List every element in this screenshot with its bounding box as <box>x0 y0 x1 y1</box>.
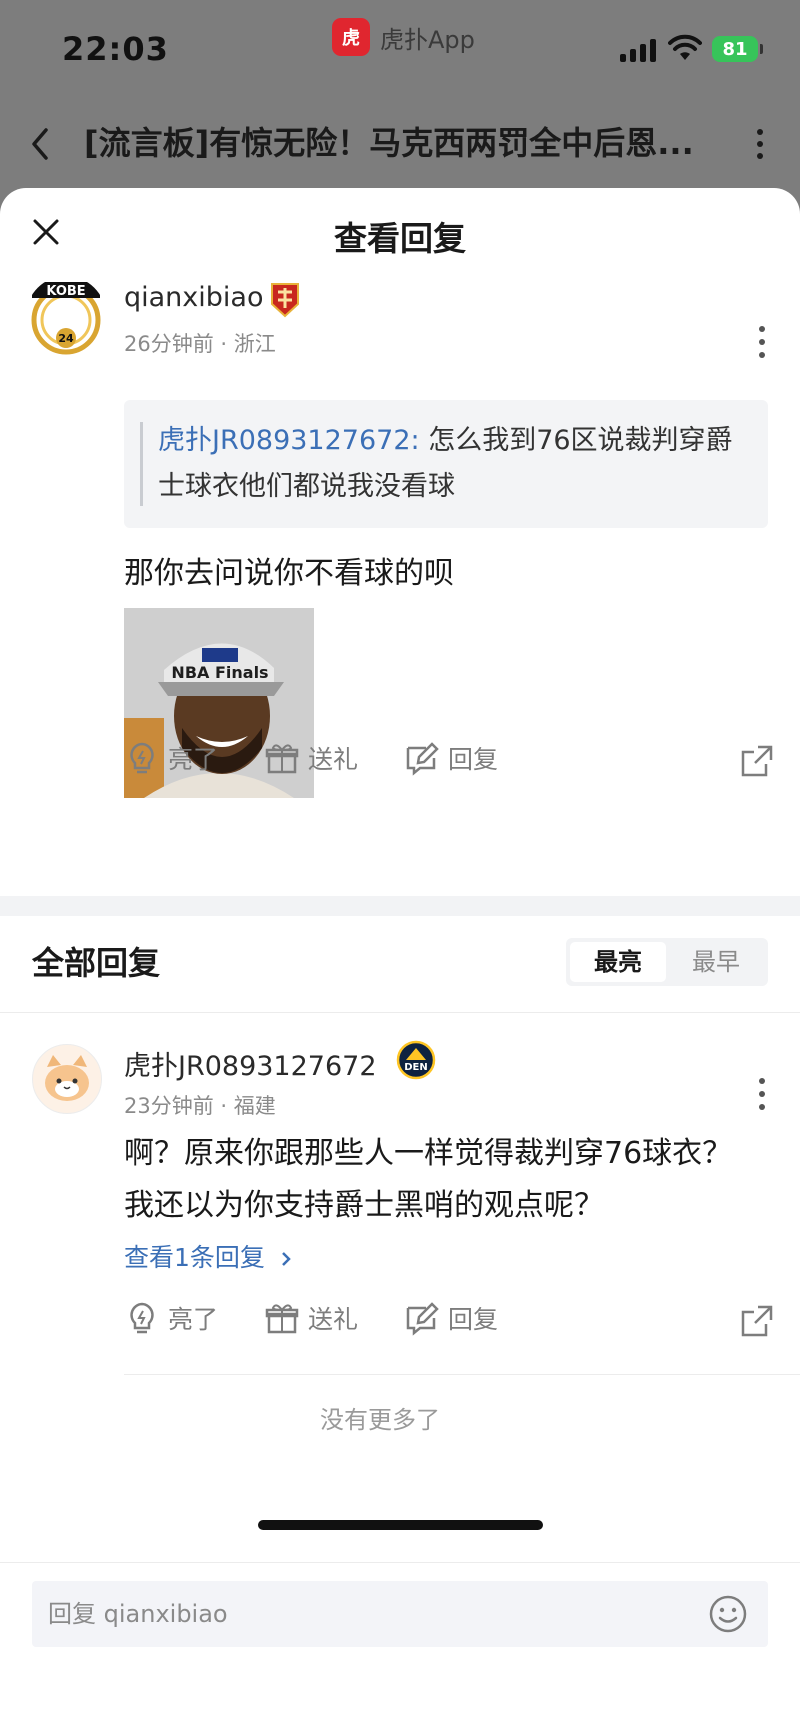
team-badge-icon: DEN <box>396 1040 436 1080</box>
gift-label: 送礼 <box>308 745 359 774</box>
clock: 22:03 <box>62 30 169 68</box>
reply-edit-icon <box>406 742 439 776</box>
quote-bar <box>140 422 143 506</box>
battery-level: 81 <box>722 38 748 60</box>
more-options-icon[interactable] <box>754 1076 770 1112</box>
reply-meta: 23分钟前 · 福建 <box>124 1090 276 1120</box>
home-indicator[interactable] <box>258 1520 543 1530</box>
reply-button[interactable]: 回复 <box>404 1300 498 1336</box>
post-time: 26分钟前 <box>124 332 214 356</box>
divider <box>0 1012 800 1013</box>
sort-toggle: 最亮 最早 <box>566 938 768 986</box>
gift-icon <box>265 744 299 774</box>
reply-label: 回复 <box>448 1305 499 1334</box>
reply-location: 福建 <box>233 1094 276 1118</box>
share-icon[interactable] <box>740 1304 774 1338</box>
kobe-avatar-icon: KOBE 24 <box>31 282 101 355</box>
article-topbar: [流言板]有惊无险！马克西两罚全中后恩... <box>0 100 800 188</box>
emoji-icon[interactable] <box>708 1594 748 1634</box>
post-location: 浙江 <box>233 332 276 356</box>
light-label: 亮了 <box>168 745 219 774</box>
view-replies-label: 查看1条回复 <box>124 1243 265 1272</box>
gift-button[interactable]: 送礼 <box>264 1300 358 1336</box>
battery-icon: 81 <box>712 36 763 62</box>
gift-label: 送礼 <box>308 1305 359 1334</box>
sheet-header: 查看回复 <box>0 188 800 276</box>
meta-separator: · <box>213 1094 234 1118</box>
app-name: 虎扑App <box>380 25 475 54</box>
cap-text: NBA Finals <box>171 663 268 682</box>
wifi-icon <box>668 34 702 60</box>
avatar-number: 24 <box>58 332 74 345</box>
sheet-title: 查看回复 <box>334 219 466 258</box>
no-more-label: 没有更多了 <box>320 1406 440 1434</box>
badge-text: DEN <box>404 1062 428 1073</box>
sort-earliest-tab[interactable]: 最早 <box>668 942 764 982</box>
post-meta: 26分钟前 · 浙江 <box>124 328 276 358</box>
team-badge-icon <box>271 283 299 318</box>
status-bar: 22:03 虎 虎扑App 81 <box>0 0 800 100</box>
more-options-icon[interactable] <box>750 126 770 162</box>
quoted-comment[interactable]: 虎扑JR0893127672: 怎么我到76区说裁判穿爵士球衣他们都说我没看球 <box>124 400 768 528</box>
post-text: 那你去问说你不看球的呗 <box>124 556 454 591</box>
meta-separator: · <box>213 332 234 356</box>
lightbulb-icon <box>130 1302 154 1334</box>
reply-edit-icon <box>406 1302 439 1336</box>
svg-text:虎: 虎 <box>342 27 360 49</box>
app-indicator[interactable]: 虎 虎扑App <box>332 18 475 56</box>
reply-composer <box>0 1562 800 1732</box>
sort-brightest-tab[interactable]: 最亮 <box>570 942 666 982</box>
back-arrow-icon[interactable] <box>26 124 56 164</box>
section-divider <box>0 896 800 916</box>
username[interactable]: qianxibiao <box>124 282 263 313</box>
cat-avatar-icon <box>45 1055 89 1101</box>
post-action-bar: 亮了 送礼 回复 <box>124 740 774 790</box>
more-options-icon[interactable] <box>754 324 770 360</box>
reply-username[interactable]: 虎扑JR0893127672 <box>124 1044 377 1083</box>
avatar[interactable] <box>32 1044 102 1114</box>
hupu-app-icon: 虎 <box>332 18 370 56</box>
article-title[interactable]: [流言板]有惊无险！马克西两罚全中后恩... <box>84 118 724 164</box>
reply-action-bar: 亮了 送礼 回复 <box>124 1300 774 1350</box>
reply-button[interactable]: 回复 <box>404 740 498 776</box>
quote-user[interactable]: 虎扑JR0893127672: <box>158 425 420 456</box>
light-button[interactable]: 亮了 <box>124 1300 218 1336</box>
gift-button[interactable]: 送礼 <box>264 740 358 776</box>
cellular-signal-icon <box>620 38 656 62</box>
quote-text: 虎扑JR0893127672: 怎么我到76区说裁判穿爵士球衣他们都说我没看球 <box>158 418 758 510</box>
share-icon[interactable] <box>740 744 774 778</box>
avatar-badge-text: KOBE <box>46 284 85 299</box>
reply-text: 啊？原来你跟那些人一样觉得裁判穿76球衣？我还以为你支持爵士黑哨的观点呢？ <box>124 1136 733 1223</box>
reply-label: 回复 <box>448 745 499 774</box>
reply-time: 23分钟前 <box>124 1094 214 1118</box>
divider <box>124 1374 800 1375</box>
view-replies-link[interactable]: 查看1条回复 <box>124 1238 293 1274</box>
avatar[interactable]: KOBE 24 <box>26 276 106 356</box>
reply-sheet: 查看回复 KOBE 24 qianxibiao 26分钟前 · 浙江 虎扑JR0… <box>0 188 800 1732</box>
lightbulb-icon <box>130 742 154 774</box>
reply-input[interactable] <box>32 1581 768 1647</box>
gift-icon <box>265 1304 299 1334</box>
all-replies-title: 全部回复 <box>32 944 161 982</box>
chevron-right-icon <box>281 1252 291 1266</box>
light-label: 亮了 <box>168 1305 219 1334</box>
light-button[interactable]: 亮了 <box>124 740 218 776</box>
